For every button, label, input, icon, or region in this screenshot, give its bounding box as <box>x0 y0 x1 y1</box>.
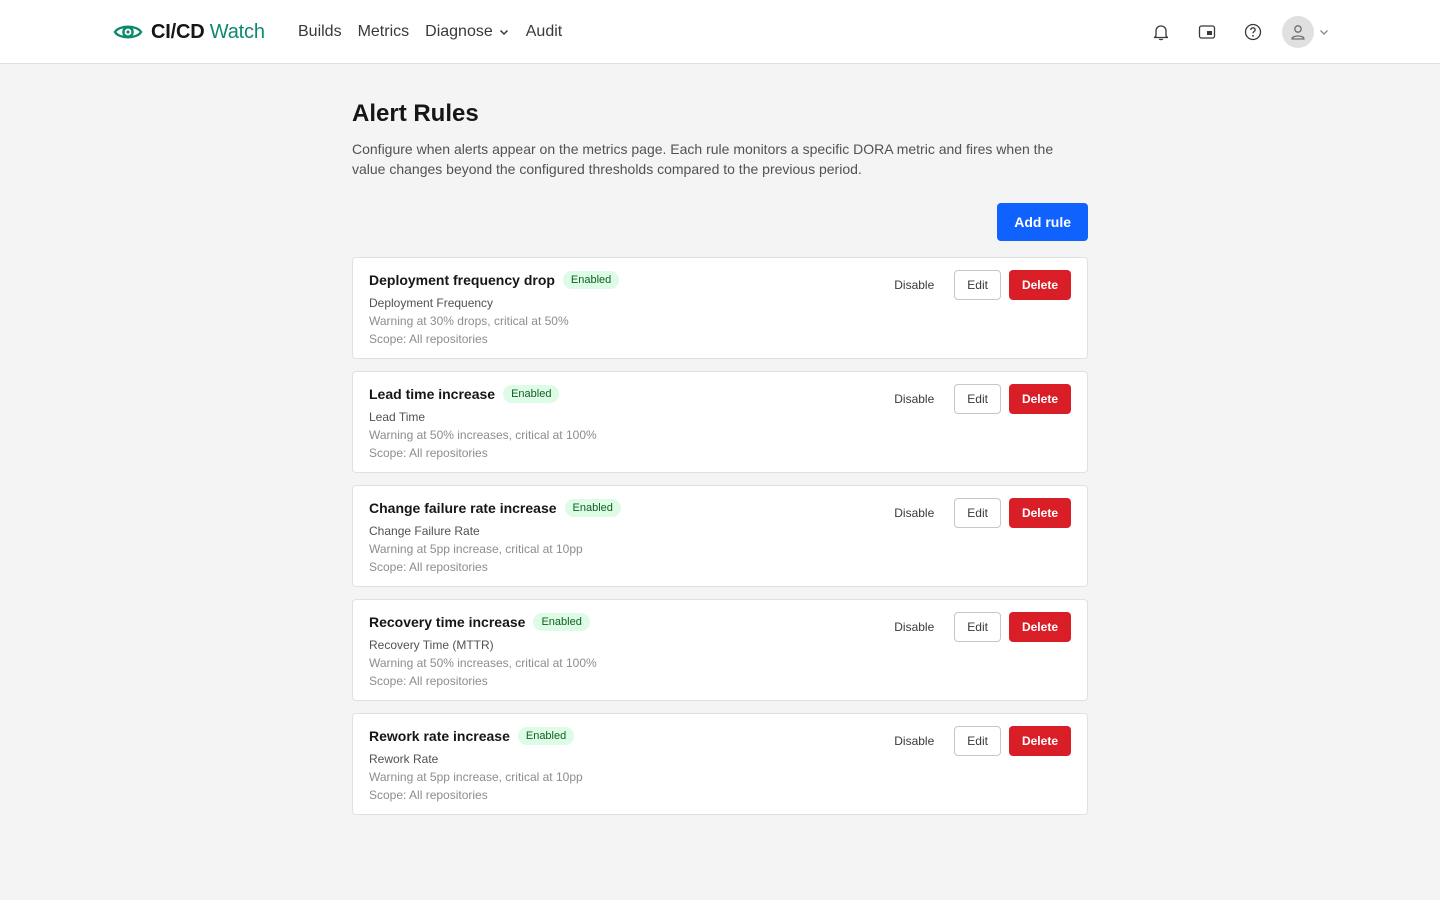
rule-head: Rework rate increase Enabled <box>369 726 583 746</box>
rule-info: Recovery time increase Enabled Recovery … <box>369 612 597 690</box>
disable-button[interactable]: Disable <box>880 270 948 300</box>
rule-scope: Scope: All repositories <box>369 446 488 460</box>
rule-info: Change failure rate increase Enabled Cha… <box>369 498 621 576</box>
rule-card: Deployment frequency drop Enabled Deploy… <box>352 257 1088 359</box>
edit-button[interactable]: Edit <box>954 270 1001 300</box>
delete-button[interactable]: Delete <box>1008 612 1071 642</box>
rule-name: Deployment frequency drop <box>369 272 555 288</box>
rule-actions: Disable Edit Delete <box>880 498 1071 528</box>
toolbar: Add rule <box>352 203 1088 241</box>
rule-scope: Scope: All repositories <box>369 332 488 346</box>
rule-head: Change failure rate increase Enabled <box>369 498 621 518</box>
rule-head: Lead time increase Enabled <box>369 384 597 404</box>
edit-button[interactable]: Edit <box>954 726 1001 756</box>
rule-name: Recovery time increase <box>369 614 526 630</box>
edit-button[interactable]: Edit <box>954 612 1001 642</box>
page-title: Alert Rules <box>352 100 479 127</box>
rule-info: Deployment frequency drop Enabled Deploy… <box>369 270 620 348</box>
rule-name: Rework rate increase <box>369 728 510 744</box>
disable-button[interactable]: Disable <box>880 726 948 756</box>
rule-metric: Rework Rate <box>369 752 439 766</box>
edit-button[interactable]: Edit <box>954 498 1001 528</box>
rule-threshold: Warning at 5pp increase, critical at 10p… <box>369 770 583 784</box>
rule-scope: Scope: All repositories <box>369 674 488 688</box>
main-nav: Builds Metrics Diagnose Audit <box>298 20 562 44</box>
delete-button[interactable]: Delete <box>1008 270 1071 300</box>
rule-actions: Disable Edit Delete <box>880 270 1071 300</box>
rule-threshold: Warning at 30% drops, critical at 50% <box>369 314 569 328</box>
rule-actions: Disable Edit Delete <box>880 384 1071 414</box>
bell-icon[interactable] <box>1144 15 1178 49</box>
rule-name: Change failure rate increase <box>369 500 557 516</box>
rule-metric: Change Failure Rate <box>369 524 480 538</box>
rule-head: Recovery time increase Enabled <box>369 612 597 632</box>
rule-head: Deployment frequency drop Enabled <box>369 270 620 290</box>
user-menu[interactable] <box>1282 16 1330 48</box>
disable-button[interactable]: Disable <box>880 498 948 528</box>
header-actions <box>1132 15 1330 49</box>
nav-item-diagnose-label: Diagnose <box>425 23 493 40</box>
rule-info: Rework rate increase Enabled Rework Rate… <box>369 726 583 804</box>
rule-metric: Lead Time <box>369 410 426 424</box>
top-navigation-bar: CI/CD Watch Builds Metrics Diagnose Audi… <box>0 0 1440 64</box>
rule-scope: Scope: All repositories <box>369 560 488 574</box>
disable-button[interactable]: Disable <box>880 612 948 642</box>
brand[interactable]: CI/CD Watch <box>113 18 265 46</box>
rule-actions: Disable Edit Delete <box>880 726 1071 756</box>
chevron-down-icon <box>498 26 510 38</box>
chevron-down-icon <box>1318 26 1330 38</box>
rule-threshold: Warning at 5pp increase, critical at 10p… <box>369 542 583 556</box>
eye-logo-icon <box>113 20 143 44</box>
rule-metric: Recovery Time (MTTR) <box>369 638 494 652</box>
help-icon[interactable] <box>1236 15 1270 49</box>
rule-card: Rework rate increase Enabled Rework Rate… <box>352 713 1088 815</box>
rule-threshold: Warning at 50% increases, critical at 10… <box>369 656 597 670</box>
nav-item-metrics[interactable]: Metrics <box>358 20 410 44</box>
rule-card: Change failure rate increase Enabled Cha… <box>352 485 1088 587</box>
rule-metric: Deployment Frequency <box>369 296 494 310</box>
status-badge: Enabled <box>564 499 621 517</box>
brand-name-light: Watch <box>204 20 265 43</box>
delete-button[interactable]: Delete <box>1008 384 1071 414</box>
nav-item-diagnose[interactable]: Diagnose <box>425 20 510 44</box>
status-badge: Enabled <box>503 385 560 403</box>
add-rule-button[interactable]: Add rule <box>997 203 1088 241</box>
edit-button[interactable]: Edit <box>954 384 1001 414</box>
status-badge: Enabled <box>517 727 575 745</box>
nav-item-audit[interactable]: Audit <box>526 20 562 44</box>
disable-button[interactable]: Disable <box>880 384 948 414</box>
nav-item-builds[interactable]: Builds <box>298 20 342 44</box>
delete-button[interactable]: Delete <box>1008 498 1071 528</box>
picture-in-picture-icon[interactable] <box>1190 15 1224 49</box>
status-badge: Enabled <box>533 613 590 631</box>
delete-button[interactable]: Delete <box>1008 726 1071 756</box>
rule-actions: Disable Edit Delete <box>880 612 1071 642</box>
page-description: Configure when alerts appear on the metr… <box>352 141 1054 177</box>
brand-name: CI/CD Watch <box>151 21 265 44</box>
rule-info: Lead time increase Enabled Lead Time War… <box>369 384 597 462</box>
user-avatar-icon <box>1282 16 1314 48</box>
brand-name-bold: CI/CD <box>151 20 205 43</box>
main-content: Alert Rules Configure when alerts appear… <box>352 100 1088 827</box>
rule-name: Lead time increase <box>369 386 496 402</box>
rule-card: Lead time increase Enabled Lead Time War… <box>352 371 1088 473</box>
status-badge: Enabled <box>562 271 620 289</box>
rule-card: Recovery time increase Enabled Recovery … <box>352 599 1088 701</box>
rule-threshold: Warning at 50% increases, critical at 10… <box>369 428 597 442</box>
rule-list: Deployment frequency drop Enabled Deploy… <box>352 257 1088 815</box>
rule-scope: Scope: All repositories <box>369 788 488 802</box>
